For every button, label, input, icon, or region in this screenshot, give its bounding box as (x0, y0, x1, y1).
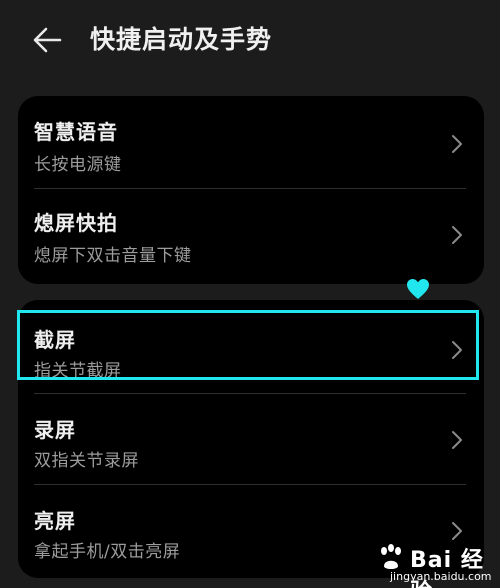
settings-group-screen: 截屏 指关节截屏 录屏 双指关节录屏 亮屏 拿起手机/双击亮屏 (17, 279, 484, 578)
item-title: 智慧语音 (34, 120, 118, 144)
arrow-left-icon[interactable] (30, 22, 70, 58)
item-subtitle: 双指关节录屏 (34, 451, 139, 471)
page-title: 快捷启动及手势 (90, 25, 273, 54)
item-subtitle: 熄屏下双击音量下键 (34, 246, 192, 266)
item-title: 录屏 (34, 418, 76, 442)
item-subtitle: 拿起手机/双击亮屏 (34, 542, 181, 562)
settings-page: 快捷启动及手势 智慧语音 长按电源键 熄屏快拍 熄屏下双击音量下键 截屏 指关节… (0, 0, 500, 588)
baidu-jingyan-watermark: Bai 经验 jingyan.baidu.com (376, 540, 494, 588)
settings-group-voice: 智慧语音 长按电源键 熄屏快拍 熄屏下双击音量下键 (18, 96, 484, 284)
list-item-screen-record[interactable]: 录屏 双指关节录屏 (18, 394, 484, 484)
list-item-smart-voice[interactable]: 智慧语音 长按电源键 (18, 96, 484, 188)
chevron-right-icon (452, 522, 462, 540)
item-title: 熄屏快拍 (34, 211, 118, 235)
chevron-right-icon (452, 341, 462, 359)
list-item-screen-off-snap[interactable]: 熄屏快拍 熄屏下双击音量下键 (18, 189, 484, 284)
top-bar: 快捷启动及手势 (0, 0, 500, 80)
chevron-right-icon (452, 431, 462, 449)
watermark-url: jingyan.baidu.com (390, 570, 492, 583)
chevron-right-icon (452, 226, 462, 244)
item-subtitle: 长按电源键 (34, 155, 122, 175)
item-title: 截屏 (34, 328, 76, 352)
heart-icon (407, 279, 429, 299)
item-title: 亮屏 (34, 509, 76, 533)
list-item-screenshot[interactable]: 截屏 指关节截屏 (17, 300, 484, 392)
chevron-right-icon (452, 135, 462, 153)
paw-icon (381, 544, 401, 569)
item-subtitle: 指关节截屏 (34, 361, 122, 381)
